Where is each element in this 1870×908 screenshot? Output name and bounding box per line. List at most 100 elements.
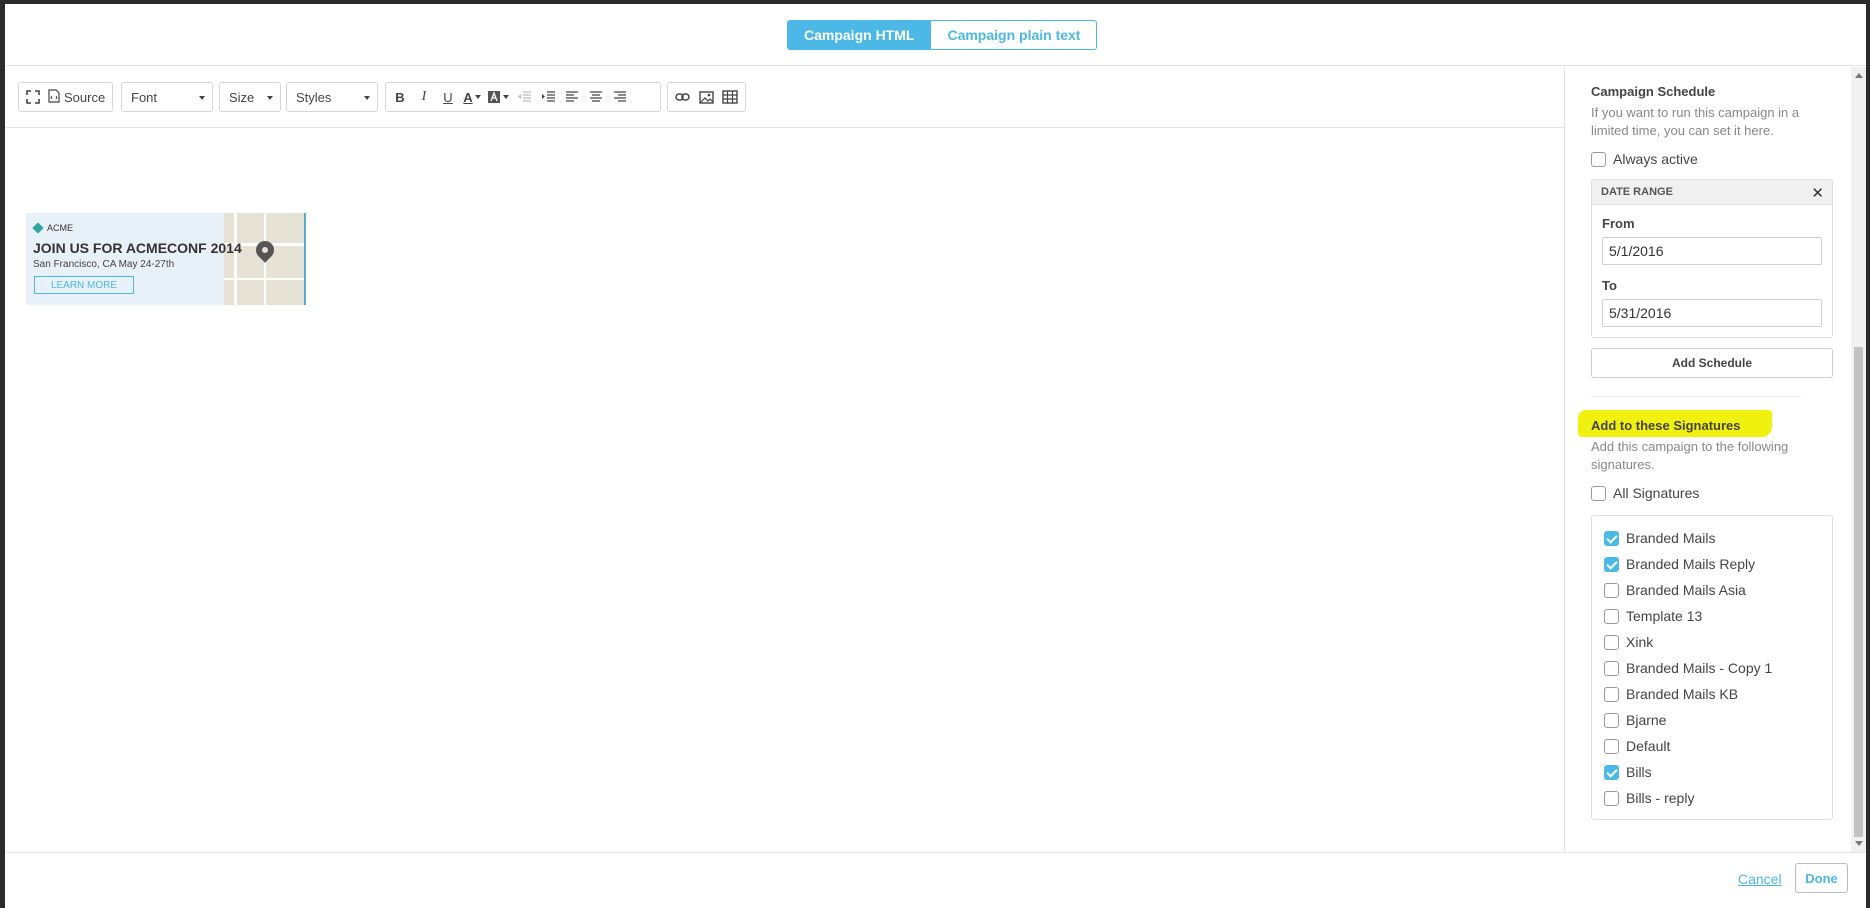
signature-checkbox[interactable]: [1604, 790, 1619, 806]
html-editor: Source Font Size Styles B I U A ACME JOI…: [5, 67, 1565, 852]
scrollbar-thumb[interactable]: [1854, 347, 1863, 837]
done-button[interactable]: Done: [1795, 863, 1848, 893]
signature-label: Default: [1626, 738, 1671, 754]
brand-name: ACME: [47, 223, 74, 233]
signatures-description: Add this campaign to the following signa…: [1591, 439, 1789, 472]
maximize-icon[interactable]: [22, 86, 44, 108]
always-active-checkbox[interactable]: [1591, 151, 1606, 167]
signature-item[interactable]: Template 13: [1604, 608, 1702, 624]
chevron-down-icon: [267, 96, 273, 100]
signature-item[interactable]: Bjarne: [1604, 712, 1666, 728]
chevron-down-icon: [199, 96, 205, 100]
table-icon[interactable]: [719, 86, 741, 108]
text-color-icon: A: [463, 89, 473, 105]
signature-checkbox[interactable]: [1604, 634, 1619, 650]
date-range-header: DATE RANGE ✕: [1592, 180, 1832, 205]
all-signatures-checkbox[interactable]: [1591, 485, 1606, 501]
size-select-label: Size: [229, 89, 255, 105]
chevron-down-icon: [474, 95, 481, 99]
signature-checkbox[interactable]: [1604, 660, 1619, 676]
signature-item[interactable]: Bills: [1604, 764, 1652, 780]
campaign-banner-image[interactable]: ACME JOIN US FOR ACMECONF 2014 San Franc…: [26, 213, 306, 305]
signatures-title: Add to these Signatures: [1591, 418, 1741, 433]
signature-checkbox[interactable]: [1604, 738, 1619, 754]
scroll-down-icon[interactable]: [1855, 841, 1863, 846]
toolbar-group-insert: [667, 82, 746, 112]
signature-item[interactable]: Xink: [1604, 634, 1653, 650]
always-active-row[interactable]: Always active: [1591, 151, 1698, 167]
background-color-button[interactable]: [485, 86, 511, 108]
editor-toolbar: Source Font Size Styles B I U A: [5, 67, 1564, 128]
background-color-icon: [488, 91, 500, 103]
signature-item[interactable]: Default: [1604, 738, 1670, 754]
to-date-input[interactable]: 5/31/2016: [1602, 299, 1822, 327]
size-select[interactable]: Size: [219, 82, 281, 112]
tab-campaign-plain-text[interactable]: Campaign plain text: [931, 20, 1098, 50]
acme-cube-icon: [32, 222, 44, 234]
signature-item[interactable]: Branded Mails: [1604, 530, 1716, 546]
section-divider: [1591, 396, 1801, 397]
signature-item[interactable]: Branded Mails Asia: [1604, 582, 1746, 598]
signature-list: Branded Mails Branded Mails Reply Brande…: [1591, 515, 1833, 820]
signature-label: Bjarne: [1626, 712, 1667, 728]
campaign-schedule-description: If you want to run this campaign in a li…: [1591, 105, 1800, 138]
signature-checkbox[interactable]: [1604, 582, 1619, 598]
styles-select[interactable]: Styles: [286, 82, 378, 112]
add-schedule-button[interactable]: Add Schedule: [1591, 348, 1833, 378]
signature-checkbox[interactable]: [1604, 556, 1619, 572]
chevron-down-icon: [503, 95, 509, 99]
tab-campaign-html[interactable]: Campaign HTML: [787, 20, 932, 50]
signature-item[interactable]: Bills - reply: [1604, 790, 1694, 806]
toolbar-group-formatting: B I U A: [385, 82, 661, 112]
campaign-schedule-title: Campaign Schedule: [1591, 84, 1716, 99]
bold-button[interactable]: B: [389, 86, 411, 108]
to-label: To: [1602, 278, 1617, 293]
signature-checkbox[interactable]: [1604, 686, 1619, 702]
align-center-icon[interactable]: [585, 86, 607, 108]
from-date-input[interactable]: 5/1/2016: [1602, 237, 1822, 265]
italic-button[interactable]: I: [413, 86, 435, 108]
toolbar-group-document: Source: [18, 82, 113, 112]
tabs-bar: Campaign HTML Campaign plain text: [5, 4, 1866, 66]
close-icon[interactable]: ✕: [1811, 184, 1824, 202]
sidebar-scrollbar[interactable]: [1851, 67, 1866, 852]
signature-item[interactable]: Branded Mails - Copy 1: [1604, 660, 1772, 676]
signature-label: Branded Mails: [1626, 530, 1716, 546]
outdent-icon[interactable]: [513, 86, 535, 108]
signature-label: Branded Mails Reply: [1626, 556, 1756, 572]
all-signatures-row[interactable]: All Signatures: [1591, 485, 1699, 501]
scroll-up-icon[interactable]: [1855, 73, 1863, 78]
source-button[interactable]: Source: [44, 86, 107, 108]
indent-icon[interactable]: [537, 86, 559, 108]
signature-label: Branded Mails - Copy 1: [1626, 660, 1773, 676]
signature-checkbox[interactable]: [1604, 608, 1619, 624]
underline-button[interactable]: U: [437, 86, 459, 108]
editor-content[interactable]: ACME JOIN US FOR ACMECONF 2014 San Franc…: [5, 129, 1564, 852]
cancel-link[interactable]: Cancel: [1738, 871, 1782, 887]
chevron-down-icon: [364, 96, 370, 100]
align-left-icon[interactable]: [561, 86, 583, 108]
styles-select-label: Styles: [296, 89, 332, 105]
signature-checkbox[interactable]: [1604, 530, 1619, 546]
signature-item[interactable]: Branded Mails KB: [1604, 686, 1738, 702]
signature-checkbox[interactable]: [1604, 712, 1619, 728]
align-right-icon[interactable]: [609, 86, 631, 108]
signature-item[interactable]: Branded Mails Reply: [1604, 556, 1755, 572]
banner-headline: JOIN US FOR ACMECONF 2014: [33, 240, 242, 256]
font-select[interactable]: Font: [121, 82, 213, 112]
signature-label: Template 13: [1626, 608, 1703, 624]
signature-checkbox[interactable]: [1604, 764, 1619, 780]
campaign-settings-sidebar: Campaign Schedule If you want to run thi…: [1566, 67, 1851, 852]
always-active-label: Always active: [1613, 151, 1698, 167]
source-label: Source: [64, 89, 106, 105]
acme-logo: ACME: [32, 222, 74, 234]
tab-group: Campaign HTML Campaign plain text: [787, 20, 1098, 50]
image-icon[interactable]: [695, 86, 717, 108]
from-label: From: [1602, 216, 1635, 231]
signature-label: Bills - reply: [1626, 790, 1695, 806]
banner-subline: San Francisco, CA May 24-27th: [33, 259, 175, 270]
text-color-button[interactable]: A: [461, 86, 483, 108]
date-range-panel: DATE RANGE ✕ From 5/1/2016 To 5/31/2016: [1591, 179, 1833, 338]
signature-label: Branded Mails Asia: [1626, 582, 1746, 598]
link-icon[interactable]: [671, 86, 693, 108]
